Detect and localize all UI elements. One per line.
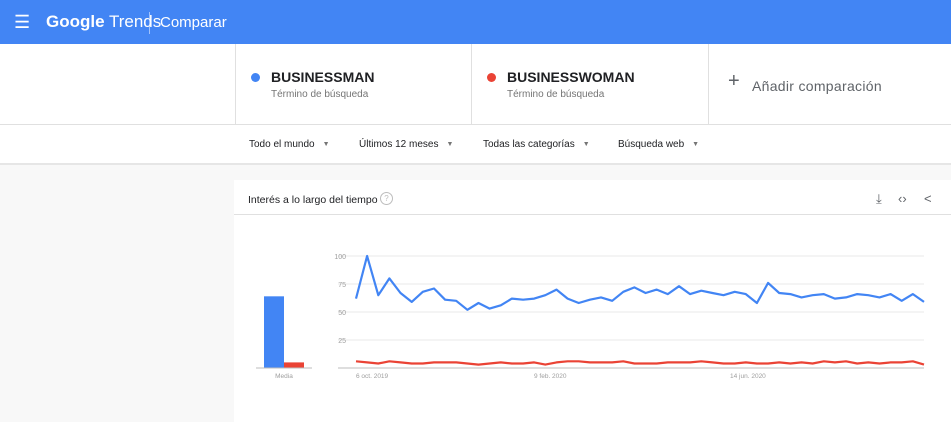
search-terms-bar: BUSINESSMAN Término de búsqueda BUSINESS… — [0, 44, 951, 125]
y-tick-label: 25 — [338, 338, 346, 345]
filter-label: Todas las categorías — [483, 139, 575, 150]
y-tick-label: 75 — [338, 282, 346, 289]
term-businessman[interactable]: BUSINESSMAN Término de búsqueda — [235, 44, 472, 124]
series-line-businesswoman — [355, 360, 925, 366]
interest-over-time-card: Interés a lo largo del tiempo ? ⤓ ‹› < 2… — [234, 180, 951, 422]
term-type: Término de búsqueda — [507, 89, 605, 100]
average-bar — [264, 296, 284, 368]
series-dot-icon — [251, 73, 260, 82]
filter-region[interactable]: Todo el mundo ▼ — [249, 139, 330, 150]
add-comparison-button[interactable]: + Añadir comparación — [708, 44, 951, 124]
google-trends-logo[interactable]: Google Trends — [46, 12, 161, 32]
plus-icon: + — [728, 70, 740, 92]
terms-spacer — [0, 44, 236, 124]
filter-category[interactable]: Todas las categorías ▼ — [483, 139, 590, 150]
top-bar: ☰ Google Trends Comparar — [0, 0, 951, 44]
x-tick-label: 9 feb. 2020 — [534, 373, 567, 380]
dropdown-arrow-icon: ▼ — [446, 140, 454, 148]
average-bar — [284, 362, 304, 368]
term-name: BUSINESSWOMAN — [507, 69, 635, 85]
hamburger-icon[interactable]: ☰ — [14, 13, 30, 31]
filter-search-type[interactable]: Búsqueda web ▼ — [618, 139, 699, 150]
page-title: Comparar — [160, 14, 227, 31]
y-tick-label: 100 — [334, 254, 346, 261]
filter-time[interactable]: Últimos 12 meses ▼ — [359, 139, 453, 150]
average-label: Media — [275, 373, 293, 380]
term-name: BUSINESSMAN — [271, 69, 375, 85]
divider — [149, 12, 150, 34]
x-tick-label: 6 oct. 2019 — [356, 373, 389, 380]
y-tick-label: 50 — [338, 310, 346, 317]
filter-label: Últimos 12 meses — [359, 139, 439, 150]
series-line-businessman — [354, 254, 925, 311]
filter-label: Búsqueda web — [618, 139, 685, 150]
dropdown-arrow-icon: ▼ — [322, 140, 330, 148]
interest-chart: 25 50 75 100 Media 6 oct. 2019 9 feb. 2020 14… — [256, 254, 925, 380]
dropdown-arrow-icon: ▼ — [692, 140, 700, 148]
filter-bar: Todo el mundo ▼ Últimos 12 meses ▼ Todas l… — [0, 125, 951, 165]
x-tick-label: 14 jun. 2020 — [730, 373, 766, 380]
term-type: Término de búsqueda — [271, 89, 369, 100]
term-businesswoman[interactable]: BUSINESSWOMAN Término de búsqueda — [471, 44, 709, 124]
filter-label: Todo el mundo — [249, 139, 315, 150]
add-comparison-label: Añadir comparación — [752, 78, 882, 94]
series-dot-icon — [487, 73, 496, 82]
dropdown-arrow-icon: ▼ — [582, 140, 590, 148]
